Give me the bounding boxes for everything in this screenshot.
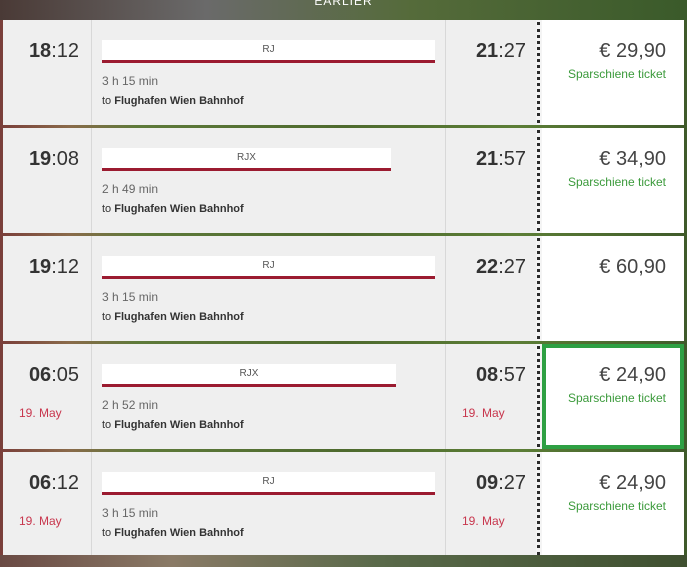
price-text: € 60,90 xyxy=(599,256,666,278)
journey-cell: RJ 3 h 15 min to Flughafen Wien Bahnhof xyxy=(92,236,446,341)
earlier-link[interactable]: EARLIER xyxy=(0,0,687,8)
arrival-cell: 21:57 xyxy=(446,128,536,233)
train-bar: RJX xyxy=(102,364,396,387)
destination-text: to Flughafen Wien Bahnhof xyxy=(102,95,244,107)
arrival-date: 19. May xyxy=(462,406,505,420)
duration-text: 3 h 15 min xyxy=(102,74,159,88)
arrival-time: 09:27 xyxy=(475,472,526,494)
journey-cell: RJ 3 h 15 min to Flughafen Wien Bahnhof xyxy=(92,20,446,125)
departure-cell: 19:08 xyxy=(3,128,92,233)
arrival-cell: 22:27 xyxy=(446,236,536,341)
connection-details[interactable]: 19:08 RJX 2 h 49 min to Flughafen Wien B… xyxy=(3,128,536,233)
arrival-cell: 21:27 xyxy=(446,20,536,125)
price-text: € 34,90 xyxy=(599,148,666,170)
connection-details[interactable]: 18:12 RJ 3 h 15 min to Flughafen Wien Ba… xyxy=(3,20,536,125)
journey-cell: RJ 3 h 15 min to Flughafen Wien Bahnhof xyxy=(92,452,446,557)
departure-cell: 06:12 19. May xyxy=(3,452,92,557)
arrival-time: 08:57 xyxy=(475,364,526,386)
connection-details[interactable]: 06:12 19. May RJ 3 h 15 min to Flughafen… xyxy=(3,452,536,557)
destination-text: to Flughafen Wien Bahnhof xyxy=(102,203,244,215)
price-option[interactable]: € 29,90 Sparschiene ticket xyxy=(542,20,684,125)
destination-text: to Flughafen Wien Bahnhof xyxy=(102,527,244,539)
price-option[interactable]: € 60,90 xyxy=(542,236,684,341)
train-bar: RJ xyxy=(102,40,435,63)
connection-row[interactable]: 19:08 RJX 2 h 49 min to Flughafen Wien B… xyxy=(3,128,684,233)
duration-text: 2 h 52 min xyxy=(102,398,159,412)
arrival-cell: 09:27 19. May xyxy=(446,452,536,557)
train-bar: RJX xyxy=(102,148,391,171)
duration-text: 3 h 15 min xyxy=(102,290,159,304)
journey-cell: RJX 2 h 52 min to Flughafen Wien Bahnhof xyxy=(92,344,446,449)
duration-text: 3 h 15 min xyxy=(102,506,159,520)
departure-time: 06:12 xyxy=(28,472,79,494)
arrival-time: 21:57 xyxy=(475,148,526,170)
departure-time: 19:08 xyxy=(28,148,79,170)
tariff-text: Sparschiene ticket xyxy=(567,391,666,405)
price-text: € 24,90 xyxy=(599,364,666,386)
price-option[interactable]: € 24,90 Sparschiene ticket xyxy=(542,452,684,557)
departure-cell: 19:12 xyxy=(3,236,92,341)
connection-row[interactable]: 06:12 19. May RJ 3 h 15 min to Flughafen… xyxy=(3,452,684,557)
arrival-time: 21:27 xyxy=(475,40,526,62)
journey-cell: RJX 2 h 49 min to Flughafen Wien Bahnhof xyxy=(92,128,446,233)
destination-text: to Flughafen Wien Bahnhof xyxy=(102,311,244,323)
arrival-time: 22:27 xyxy=(475,256,526,278)
connection-row[interactable]: 06:05 19. May RJX 2 h 52 min to Flughafe… xyxy=(3,344,684,449)
destination-text: to Flughafen Wien Bahnhof xyxy=(102,419,244,431)
tariff-text: Sparschiene ticket xyxy=(567,175,666,189)
departure-cell: 18:12 xyxy=(3,20,92,125)
train-bar: RJ xyxy=(102,256,435,279)
tariff-text: Sparschiene ticket xyxy=(567,499,666,513)
arrival-date: 19. May xyxy=(462,514,505,528)
departure-date: 19. May xyxy=(19,406,62,420)
train-bar: RJ xyxy=(102,472,435,495)
departure-time: 18:12 xyxy=(28,40,79,62)
connection-row[interactable]: 19:12 RJ 3 h 15 min to Flughafen Wien Ba… xyxy=(3,236,684,341)
price-text: € 29,90 xyxy=(599,40,666,62)
tariff-text: Sparschiene ticket xyxy=(567,67,666,81)
duration-text: 2 h 49 min xyxy=(102,182,159,196)
arrival-cell: 08:57 19. May xyxy=(446,344,536,449)
departure-time: 06:05 xyxy=(28,364,79,386)
departure-time: 19:12 xyxy=(28,256,79,278)
departure-date: 19. May xyxy=(19,514,62,528)
connection-details[interactable]: 06:05 19. May RJX 2 h 52 min to Flughafe… xyxy=(3,344,536,449)
price-text: € 24,90 xyxy=(599,472,666,494)
departure-cell: 06:05 19. May xyxy=(3,344,92,449)
background-bottom xyxy=(0,555,687,567)
price-option[interactable]: € 34,90 Sparschiene ticket xyxy=(542,128,684,233)
connection-details[interactable]: 19:12 RJ 3 h 15 min to Flughafen Wien Ba… xyxy=(3,236,536,341)
price-option-selected[interactable]: € 24,90 Sparschiene ticket xyxy=(542,344,684,449)
connection-row[interactable]: 18:12 RJ 3 h 15 min to Flughafen Wien Ba… xyxy=(3,20,684,125)
